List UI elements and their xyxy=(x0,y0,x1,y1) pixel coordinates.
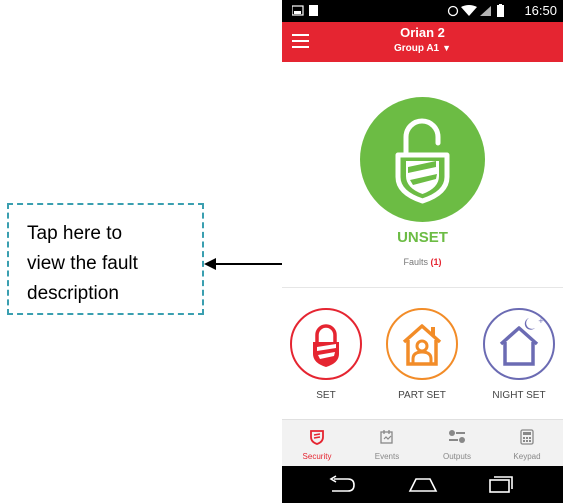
signal-battery-icons xyxy=(447,4,504,17)
bottom-tab-bar: Security Events Outputs Keypad xyxy=(282,419,563,467)
faults-count: (1) xyxy=(430,257,442,267)
faults-link[interactable]: Faults (1) xyxy=(282,257,563,267)
phone-screen: 16:50 Orian 2 Group A1 ▼ UNSET Faults (1) xyxy=(282,0,563,503)
shield-icon xyxy=(310,430,324,445)
app-bar: Orian 2 Group A1 ▼ xyxy=(282,22,563,62)
callout-box: Tap here to view the fault description xyxy=(7,203,204,315)
events-icon xyxy=(380,430,393,444)
part-set-label: PART SET xyxy=(398,390,446,401)
system-status-button[interactable] xyxy=(360,97,485,222)
callout-line-3: description xyxy=(27,283,119,304)
tab-keypad-label: Keypad xyxy=(513,452,541,461)
back-icon[interactable] xyxy=(328,475,356,493)
callout-line-1: Tap here to xyxy=(27,223,123,244)
svg-text:+: + xyxy=(538,317,544,325)
tab-outputs[interactable]: Outputs xyxy=(422,420,492,467)
callout-text: Tap here to view the fault description xyxy=(27,219,197,309)
night-set-label: NIGHT SET xyxy=(492,390,546,401)
status-time: 16:50 xyxy=(524,3,557,18)
divider xyxy=(282,287,563,288)
app-title: Orian 2 xyxy=(400,25,445,40)
night-set-button[interactable]: + xyxy=(483,308,555,380)
faults-label: Faults xyxy=(403,257,428,267)
set-label: SET xyxy=(316,390,336,401)
status-bar: 16:50 xyxy=(282,0,563,22)
keypad-icon xyxy=(520,429,534,445)
dropdown-caret-icon: ▼ xyxy=(442,43,452,53)
tab-events-label: Events xyxy=(374,452,400,461)
group-selector[interactable]: Group A1 ▼ xyxy=(282,43,563,54)
house-person-icon xyxy=(402,324,442,366)
tab-events[interactable]: Events xyxy=(352,420,422,467)
house-moon-icon: + xyxy=(499,317,544,366)
tab-security[interactable]: Security xyxy=(282,420,352,467)
recent-apps-icon[interactable] xyxy=(488,475,514,493)
system-state-label: UNSET xyxy=(397,229,448,246)
part-set-button[interactable] xyxy=(386,308,458,380)
set-button[interactable] xyxy=(290,308,362,380)
group-label: Group A1 xyxy=(393,43,440,54)
home-icon[interactable] xyxy=(408,475,438,493)
callout-line-2: view the fault xyxy=(27,253,138,274)
toggles-icon xyxy=(449,430,465,443)
tab-security-label: Security xyxy=(302,452,332,461)
tab-keypad[interactable]: Keypad xyxy=(492,420,562,467)
lock-icon xyxy=(313,324,339,367)
unlocked-shield-icon xyxy=(395,118,450,204)
tab-outputs-label: Outputs xyxy=(442,452,471,461)
notification-icons xyxy=(292,5,318,16)
system-nav-bar xyxy=(282,466,563,503)
